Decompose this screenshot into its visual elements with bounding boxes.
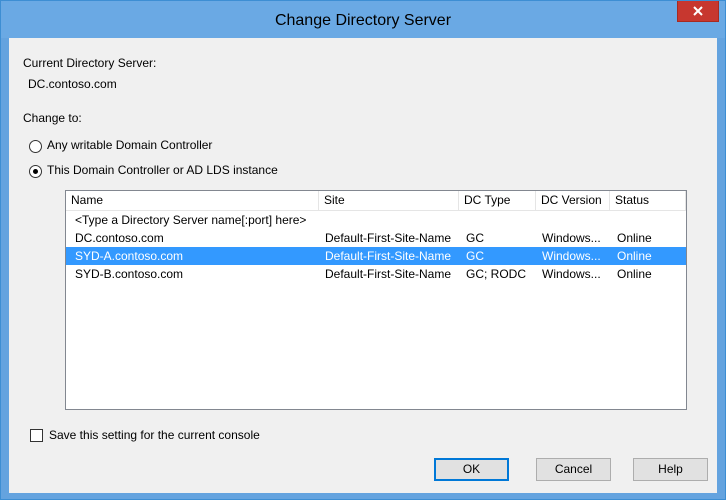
cell-name: SYD-A.contoso.com	[75, 249, 184, 263]
cell-name: DC.contoso.com	[75, 231, 164, 245]
help-button[interactable]: Help	[633, 458, 708, 481]
radio-any-writable-dc[interactable]	[29, 140, 42, 153]
cell-site: Default-First-Site-Name	[325, 231, 452, 245]
cell-site: Default-First-Site-Name	[325, 249, 452, 263]
cell-dc-type: GC	[466, 249, 484, 263]
cell-dc-version: Windows...	[542, 231, 601, 245]
cell-dc-version: Windows...	[542, 267, 601, 281]
cell-dc-version: Windows...	[542, 249, 601, 263]
ok-button[interactable]: OK	[434, 458, 509, 481]
cell-site: Default-First-Site-Name	[325, 267, 452, 281]
table-row-selected[interactable]: SYD-A.contoso.com Default-First-Site-Nam…	[66, 247, 686, 265]
radio-this-dc-label[interactable]: This Domain Controller or AD LDS instanc…	[47, 163, 278, 177]
cell-status: Online	[617, 231, 652, 245]
list-item-placeholder[interactable]: <Type a Directory Server name[:port] her…	[66, 211, 686, 229]
directory-server-list[interactable]: Name Site DC Type DC Version Status <Typ…	[65, 190, 687, 410]
cancel-button[interactable]: Cancel	[536, 458, 611, 481]
change-to-label: Change to:	[23, 111, 82, 125]
column-header-dc-type[interactable]: DC Type	[459, 191, 536, 210]
radio-any-writable-dc-label[interactable]: Any writable Domain Controller	[47, 138, 212, 152]
column-header-status[interactable]: Status	[610, 191, 686, 210]
radio-this-dc[interactable]	[29, 165, 42, 178]
column-header-site[interactable]: Site	[319, 191, 459, 210]
cell-status: Online	[617, 249, 652, 263]
table-row[interactable]: DC.contoso.com Default-First-Site-Name G…	[66, 229, 686, 247]
close-icon	[693, 6, 703, 16]
current-server-label: Current Directory Server:	[23, 56, 157, 70]
column-header-name[interactable]: Name	[66, 191, 319, 210]
cell-dc-type: GC; RODC	[466, 267, 526, 281]
close-button[interactable]	[677, 1, 719, 22]
cell-dc-type: GC	[466, 231, 484, 245]
cell-name: SYD-B.contoso.com	[75, 267, 184, 281]
save-setting-checkbox[interactable]	[30, 429, 43, 442]
column-header-dc-version[interactable]: DC Version	[536, 191, 610, 210]
current-server-value: DC.contoso.com	[28, 77, 117, 91]
dialog-body: Current Directory Server: DC.contoso.com…	[9, 38, 717, 493]
change-directory-server-dialog: Change Directory Server Current Director…	[0, 0, 726, 500]
title-bar[interactable]: Change Directory Server	[1, 1, 725, 38]
table-row[interactable]: SYD-B.contoso.com Default-First-Site-Nam…	[66, 265, 686, 283]
window-title: Change Directory Server	[274, 12, 452, 29]
save-setting-label[interactable]: Save this setting for the current consol…	[49, 428, 260, 442]
placeholder-text: <Type a Directory Server name[:port] her…	[75, 213, 307, 227]
cell-status: Online	[617, 267, 652, 281]
list-header: Name Site DC Type DC Version Status	[66, 191, 686, 211]
radio-selected-dot	[33, 169, 38, 174]
